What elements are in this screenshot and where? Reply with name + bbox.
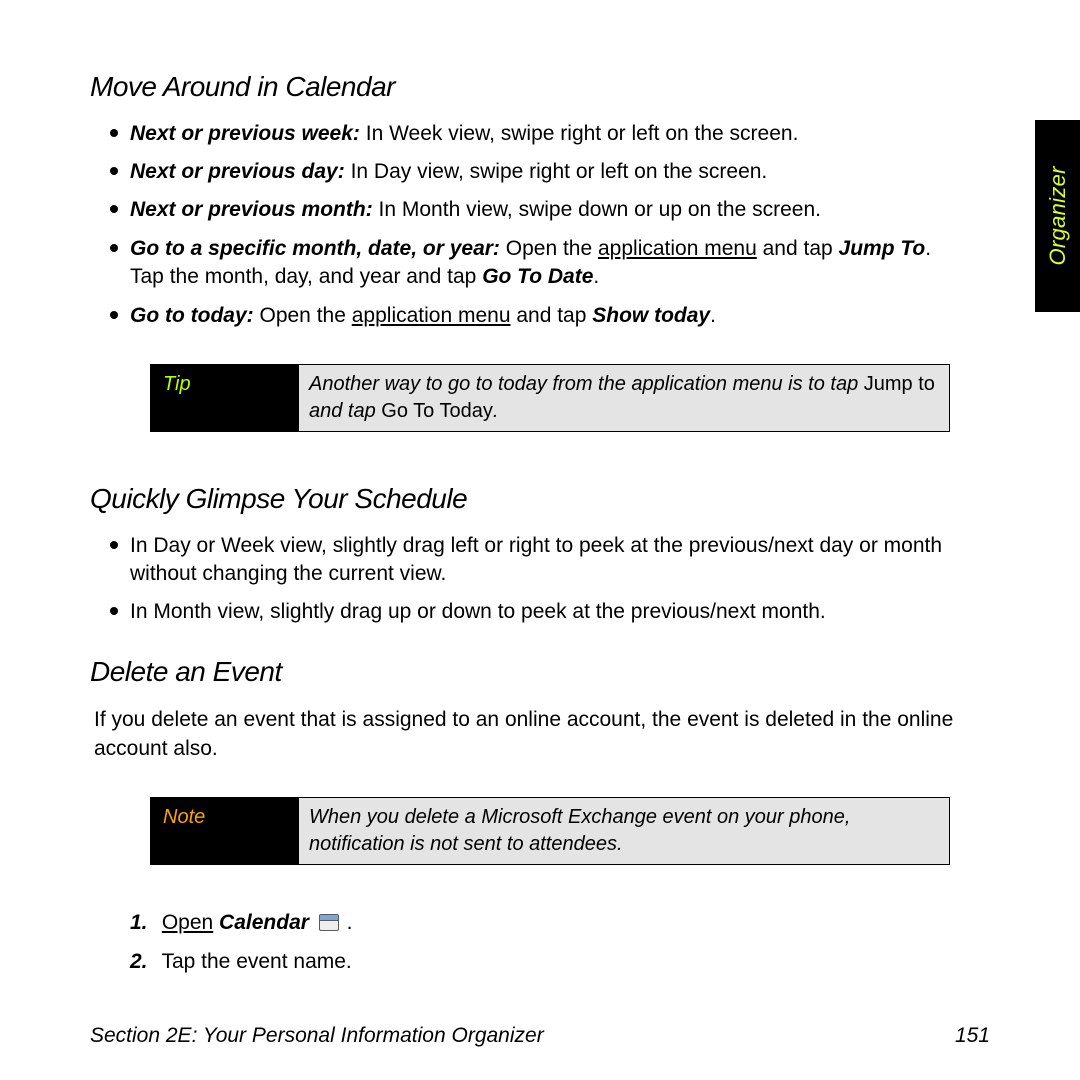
step-text: Tap the event name. [161, 950, 351, 973]
list-item-text: In Week view, swipe right or left on the… [360, 122, 799, 145]
glimpse-list: In Day or Week view, slightly drag left … [90, 532, 970, 627]
heading-delete-event: Delete an Event [90, 653, 970, 691]
step-item: 1. Open Calendar . [130, 909, 970, 937]
section-tab-label: Organizer [1043, 166, 1073, 265]
note-callout: Note When you delete a Microsoft Exchang… [150, 797, 950, 865]
link-application-menu[interactable]: application menu [352, 304, 511, 327]
move-around-list: Next or previous week: In Week view, swi… [90, 120, 970, 330]
list-item-lead: Go to a specific month, date, or year: [130, 237, 500, 260]
heading-move-around: Move Around in Calendar [90, 68, 970, 106]
list-item-lead: Go to today: [130, 304, 254, 327]
list-item-lead: Next or previous month: [130, 198, 373, 221]
list-item: Next or previous week: In Week view, swi… [130, 120, 970, 148]
list-item-text: and tap [511, 304, 593, 327]
link-application-menu[interactable]: application menu [598, 237, 757, 260]
list-item: Go to today: Open the application menu a… [130, 302, 970, 330]
app-name-calendar: Calendar [213, 911, 309, 934]
list-item-text: In Month view, swipe down or up on the s… [373, 198, 821, 221]
list-item-lead: Next or previous week: [130, 122, 360, 145]
action-show-today: Show today [592, 304, 710, 327]
list-item: Go to a specific month, date, or year: O… [130, 235, 970, 292]
page-body: Move Around in Calendar Next or previous… [90, 68, 970, 986]
list-item-text: . [593, 265, 599, 288]
calendar-icon [319, 914, 339, 931]
list-item: Next or previous month: In Month view, s… [130, 196, 970, 224]
list-item-text: In Day view, swipe right or left on the … [345, 160, 768, 183]
footer-section-title: Section 2E: Your Personal Information Or… [90, 1022, 544, 1050]
heading-glimpse: Quickly Glimpse Your Schedule [90, 480, 970, 518]
section-tab-organizer: Organizer [1035, 120, 1080, 312]
link-open[interactable]: Open [162, 911, 213, 934]
page-footer: Section 2E: Your Personal Information Or… [90, 1022, 990, 1050]
delete-intro: If you delete an event that is assigned … [94, 706, 970, 763]
list-item-text: . [710, 304, 716, 327]
tip-label: Tip [151, 365, 299, 431]
list-item: In Month view, slightly drag up or down … [130, 598, 970, 626]
page-number: 151 [955, 1022, 990, 1050]
step-number: 2. [130, 948, 156, 976]
step-text: . [341, 911, 353, 934]
note-body: When you delete a Microsoft Exchange eve… [299, 798, 949, 864]
note-label: Note [151, 798, 299, 864]
action-jump-to: Jump To [839, 237, 926, 260]
tip-body: Another way to go to today from the appl… [299, 365, 949, 431]
tip-bold: Jump to [864, 373, 935, 395]
list-item-text: Open the [500, 237, 598, 260]
list-item-text: In Month view, slightly drag up or down … [130, 600, 826, 623]
action-go-to-date: Go To Date [482, 265, 593, 288]
list-item-lead: Next or previous day: [130, 160, 345, 183]
list-item-text: Open the [254, 304, 352, 327]
list-item-text: In Day or Week view, slightly drag left … [130, 534, 942, 585]
list-item: In Day or Week view, slightly drag left … [130, 532, 970, 589]
tip-text: . [493, 400, 499, 422]
list-item-text: and tap [757, 237, 839, 260]
tip-callout: Tip Another way to go to today from the … [150, 364, 950, 432]
step-number: 1. [130, 909, 156, 937]
tip-bold: Go To Today [381, 400, 493, 422]
step-item: 2. Tap the event name. [130, 948, 970, 976]
tip-text: and tap [309, 400, 381, 422]
tip-text: Another way to go to today from the appl… [309, 373, 864, 395]
delete-steps: 1. Open Calendar . 2. Tap the event name… [90, 909, 970, 976]
list-item: Next or previous day: In Day view, swipe… [130, 158, 970, 186]
